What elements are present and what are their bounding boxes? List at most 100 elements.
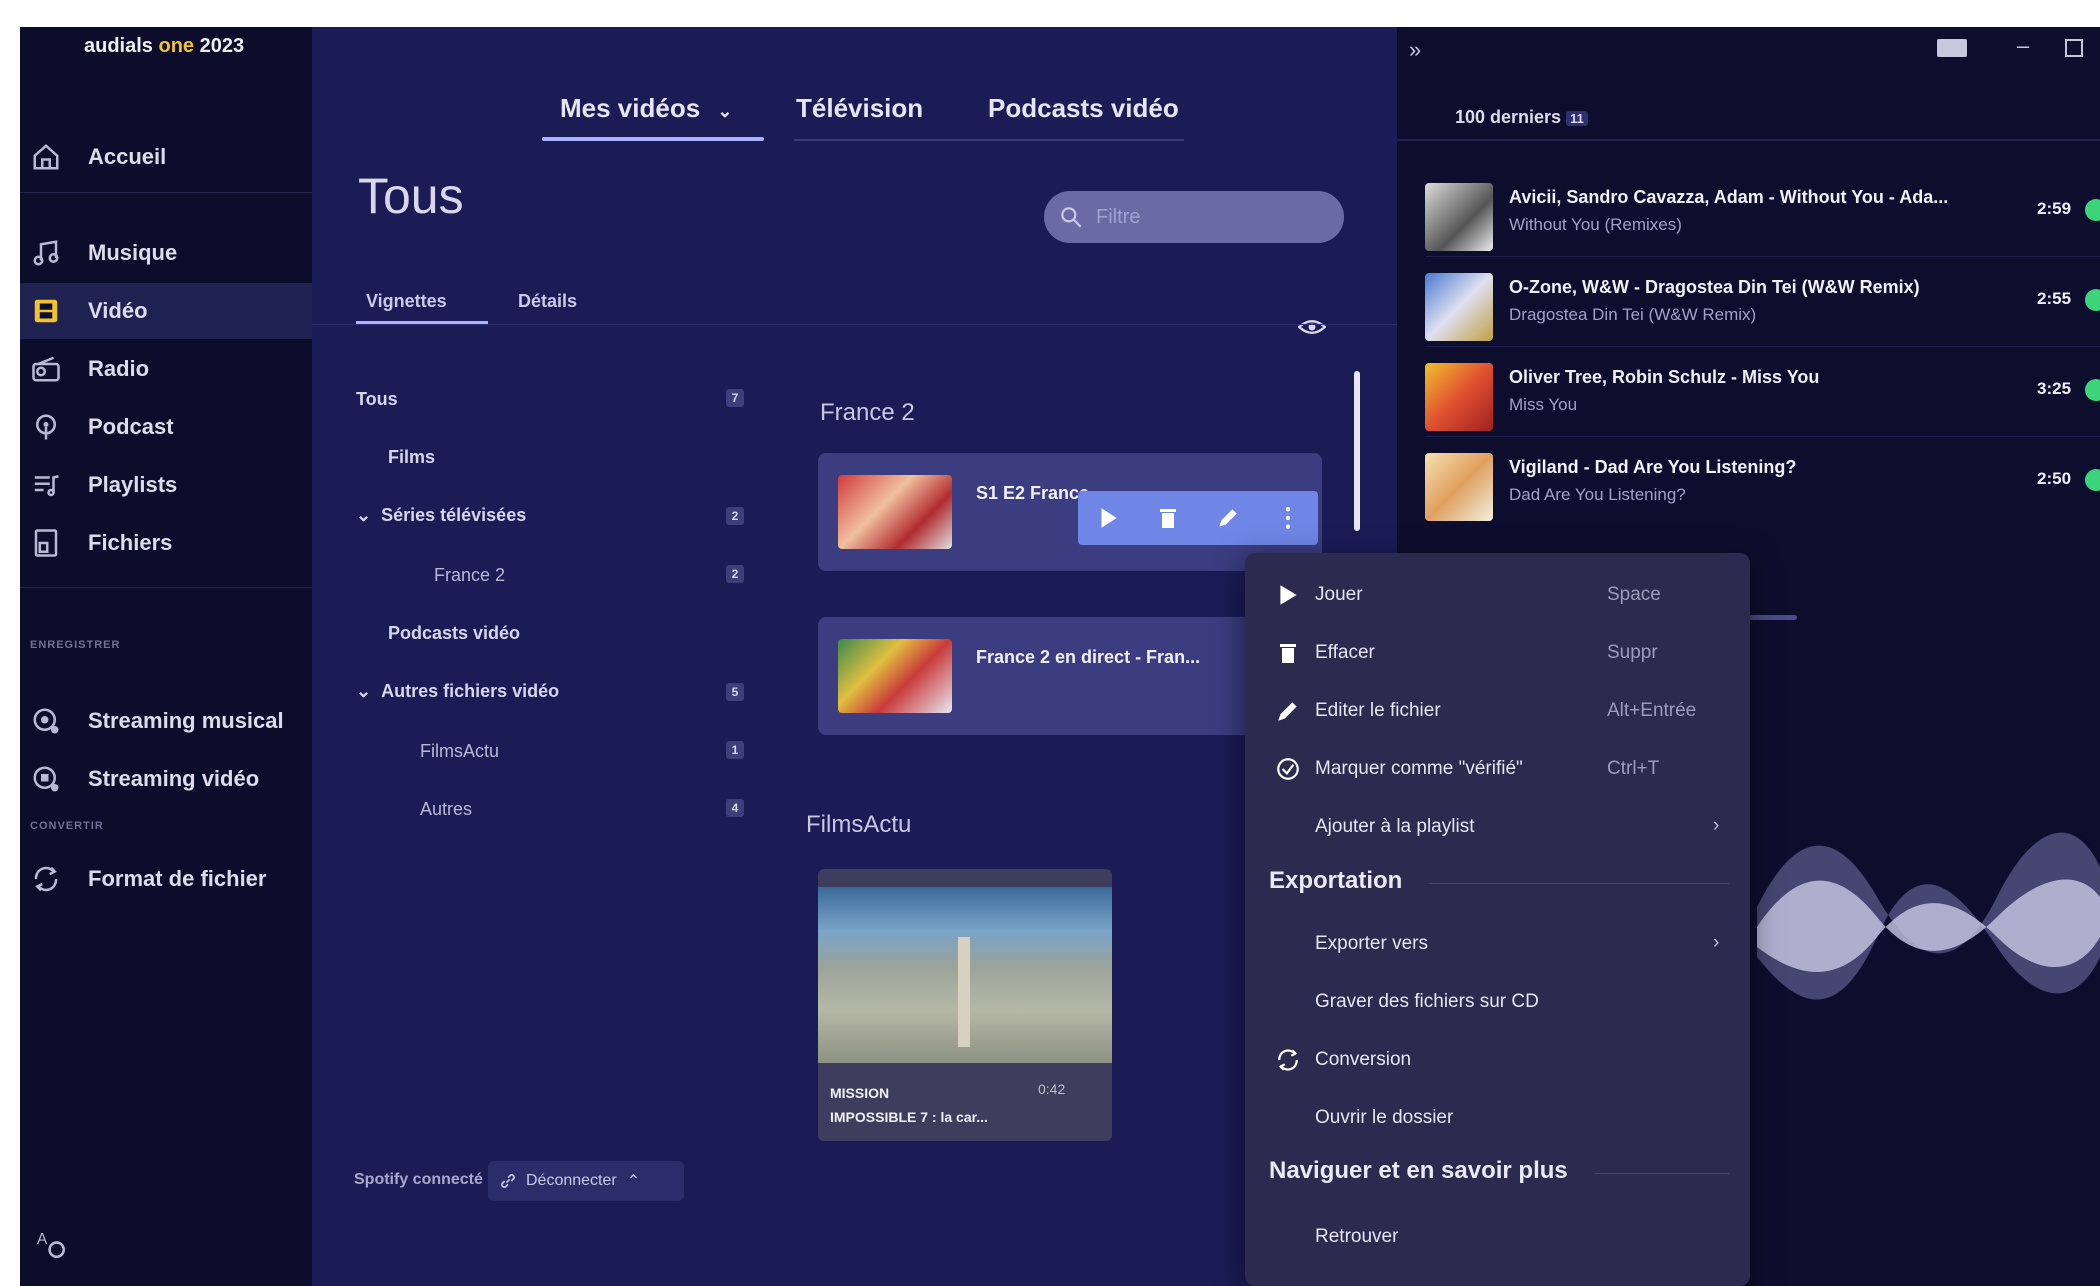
sidebar-item-label: Vidéo xyxy=(88,298,148,323)
video-card[interactable]: S1 E2 France xyxy=(818,453,1322,571)
sidebar-item-label: Podcast xyxy=(88,414,174,439)
menu-item-retrouver[interactable]: Retrouver xyxy=(1245,1207,1750,1265)
podcast-icon xyxy=(28,409,64,445)
disconnect-button[interactable]: Déconnecter ⌃ xyxy=(488,1161,684,1201)
tab-television[interactable]: Télévision xyxy=(796,93,923,124)
tab-podcasts-video[interactable]: Podcasts vidéo xyxy=(988,93,1179,124)
tree-item-podcasts-video[interactable]: Podcasts vidéo xyxy=(388,623,520,644)
count-badge: 7 xyxy=(726,389,744,407)
album-art xyxy=(1425,453,1493,521)
menu-item-jouer[interactable]: Jouer Space xyxy=(1245,565,1750,623)
search-icon xyxy=(1058,204,1084,230)
track-title: O-Zone, W&W - Dragostea Din Tei (W&W Rem… xyxy=(1509,277,1920,297)
count-badge: 5 xyxy=(726,683,744,701)
sidebar-item-streaming-musical[interactable]: Streaming musical xyxy=(20,693,312,749)
track-separator xyxy=(1425,346,2100,347)
count-badge: 4 xyxy=(726,799,744,817)
video-thumbnail xyxy=(838,639,952,713)
chevron-down-icon: ⌄ xyxy=(356,681,372,701)
track-title: Vigiland - Dad Are You Listening? xyxy=(1509,457,1797,477)
more-icon[interactable] xyxy=(1258,491,1318,545)
track-separator xyxy=(1425,256,2100,257)
status-dot xyxy=(2085,379,2100,401)
count-badge: 2 xyxy=(726,565,744,583)
menu-item-graver-cd[interactable]: Graver des fichiers sur CD xyxy=(1245,972,1750,1030)
sidebar-item-radio[interactable]: Radio xyxy=(20,341,312,397)
convert-icon xyxy=(28,861,64,897)
menu-item-exporter-vers[interactable]: Exporter vers › xyxy=(1245,914,1750,972)
tab-vignettes[interactable]: Vignettes xyxy=(366,291,447,312)
play-icon xyxy=(1273,580,1303,610)
tree-item-autres[interactable]: Autres xyxy=(420,799,472,820)
status-dot xyxy=(2085,199,2100,221)
section-label-enregistrer: ENREGISTRER xyxy=(30,639,121,651)
track-subtitle: Dad Are You Listening? xyxy=(1509,485,1686,504)
link-icon xyxy=(498,1171,518,1191)
sidebar-item-accueil[interactable]: Accueil xyxy=(20,129,312,185)
sidebar-item-podcast[interactable]: Podcast xyxy=(20,399,312,455)
video-streaming-icon xyxy=(28,761,64,797)
sidebar-item-label: Format de fichier xyxy=(88,866,267,891)
tree-item-series[interactable]: ⌄ Séries télévisées xyxy=(356,505,526,526)
tab-details[interactable]: Détails xyxy=(518,291,577,312)
menu-item-marquer[interactable]: Marquer comme "vérifié" Ctrl+T xyxy=(1245,739,1750,797)
tree-item-tous[interactable]: Tous xyxy=(356,389,398,410)
menu-item-conversion[interactable]: Conversion xyxy=(1245,1030,1750,1088)
menu-section-exportation: Exportation xyxy=(1269,867,1403,894)
track-title: Oliver Tree, Robin Schulz - Miss You xyxy=(1509,367,1820,387)
tree-item-films[interactable]: Films xyxy=(388,447,435,468)
home-icon xyxy=(28,139,64,175)
track-row[interactable]: Vigiland - Dad Are You Listening? Dad Ar… xyxy=(1397,439,2100,527)
status-dot xyxy=(2085,469,2100,491)
menu-item-ouvrir-dossier[interactable]: Ouvrir le dossier xyxy=(1245,1088,1750,1146)
tree-item-filmsactu[interactable]: FilmsActu xyxy=(420,741,499,762)
track-row[interactable]: O-Zone, W&W - Dragostea Din Tei (W&W Rem… xyxy=(1397,259,2100,347)
sidebar-item-fichiers[interactable]: Fichiers xyxy=(20,515,312,571)
edit-icon[interactable] xyxy=(1198,491,1258,545)
svg-text:A: A xyxy=(37,1231,48,1248)
album-art xyxy=(1425,183,1493,251)
track-subtitle: Dragostea Din Tei (W&W Remix) xyxy=(1509,305,1757,324)
scrollbar[interactable] xyxy=(1354,371,1360,531)
track-duration: 2:55 xyxy=(2037,289,2072,308)
trash-icon[interactable] xyxy=(1138,491,1198,545)
video-title: France 2 en direct - Fran... xyxy=(976,647,1201,667)
menu-item-ajouter-playlist[interactable]: Ajouter à la playlist › xyxy=(1245,797,1750,855)
check-circle-icon xyxy=(1273,754,1303,784)
play-icon[interactable] xyxy=(1078,491,1138,545)
waveform-graphic xyxy=(1757,832,2100,1000)
tab-mes-videos[interactable]: Mes vidéos ⌄ xyxy=(560,93,733,124)
sidebar-item-video[interactable]: Vidéo xyxy=(20,283,312,339)
sidebar-item-playlists[interactable]: Playlists xyxy=(20,457,312,513)
video-card[interactable]: MISSION IMPOSSIBLE 7 : la car... 0:42 xyxy=(818,869,1112,1141)
convert-icon xyxy=(1273,1045,1303,1075)
radio-icon xyxy=(28,351,64,387)
menu-section-rule xyxy=(1429,883,1729,884)
files-icon xyxy=(28,525,64,561)
language-icon[interactable]: A xyxy=(34,1227,68,1266)
track-row[interactable]: Avicii, Sandro Cavazza, Adam - Without Y… xyxy=(1397,169,2100,257)
sidebar-item-format-de-fichier[interactable]: Format de fichier xyxy=(20,851,312,907)
maximize-icon[interactable] xyxy=(2065,39,2083,57)
track-duration: 2:59 xyxy=(2037,199,2072,218)
sidebar-divider xyxy=(20,587,312,588)
menu-item-effacer[interactable]: Effacer Suppr xyxy=(1245,623,1750,681)
filter-input[interactable]: Filtre xyxy=(1044,191,1344,243)
eye-icon[interactable] xyxy=(1297,317,1327,342)
sidebar-item-musique[interactable]: Musique xyxy=(20,225,312,281)
sidebar-item-streaming-video[interactable]: Streaming vidéo xyxy=(20,751,312,807)
minimize-icon[interactable]: – xyxy=(2017,33,2029,59)
sidebar-divider xyxy=(20,192,312,193)
video-thumbnail-detail xyxy=(958,937,970,1047)
tab-underline xyxy=(794,139,1184,141)
track-subtitle: Without You (Remixes) xyxy=(1509,215,1682,234)
spotify-status: Spotify connecté xyxy=(354,1171,483,1188)
collapse-icon[interactable]: » xyxy=(1409,37,1421,63)
track-row[interactable]: Oliver Tree, Robin Schulz - Miss You Mis… xyxy=(1397,349,2100,437)
tree-item-france-2[interactable]: France 2 xyxy=(434,565,505,586)
menu-item-editer[interactable]: Editer le fichier Alt+Entrée xyxy=(1245,681,1750,739)
window-mode-icon[interactable] xyxy=(1937,39,1967,57)
tree-item-autres-fichiers[interactable]: ⌄ Autres fichiers vidéo xyxy=(356,681,559,702)
menu-section-rule xyxy=(1595,1173,1729,1174)
active-tab-indicator xyxy=(542,137,764,141)
